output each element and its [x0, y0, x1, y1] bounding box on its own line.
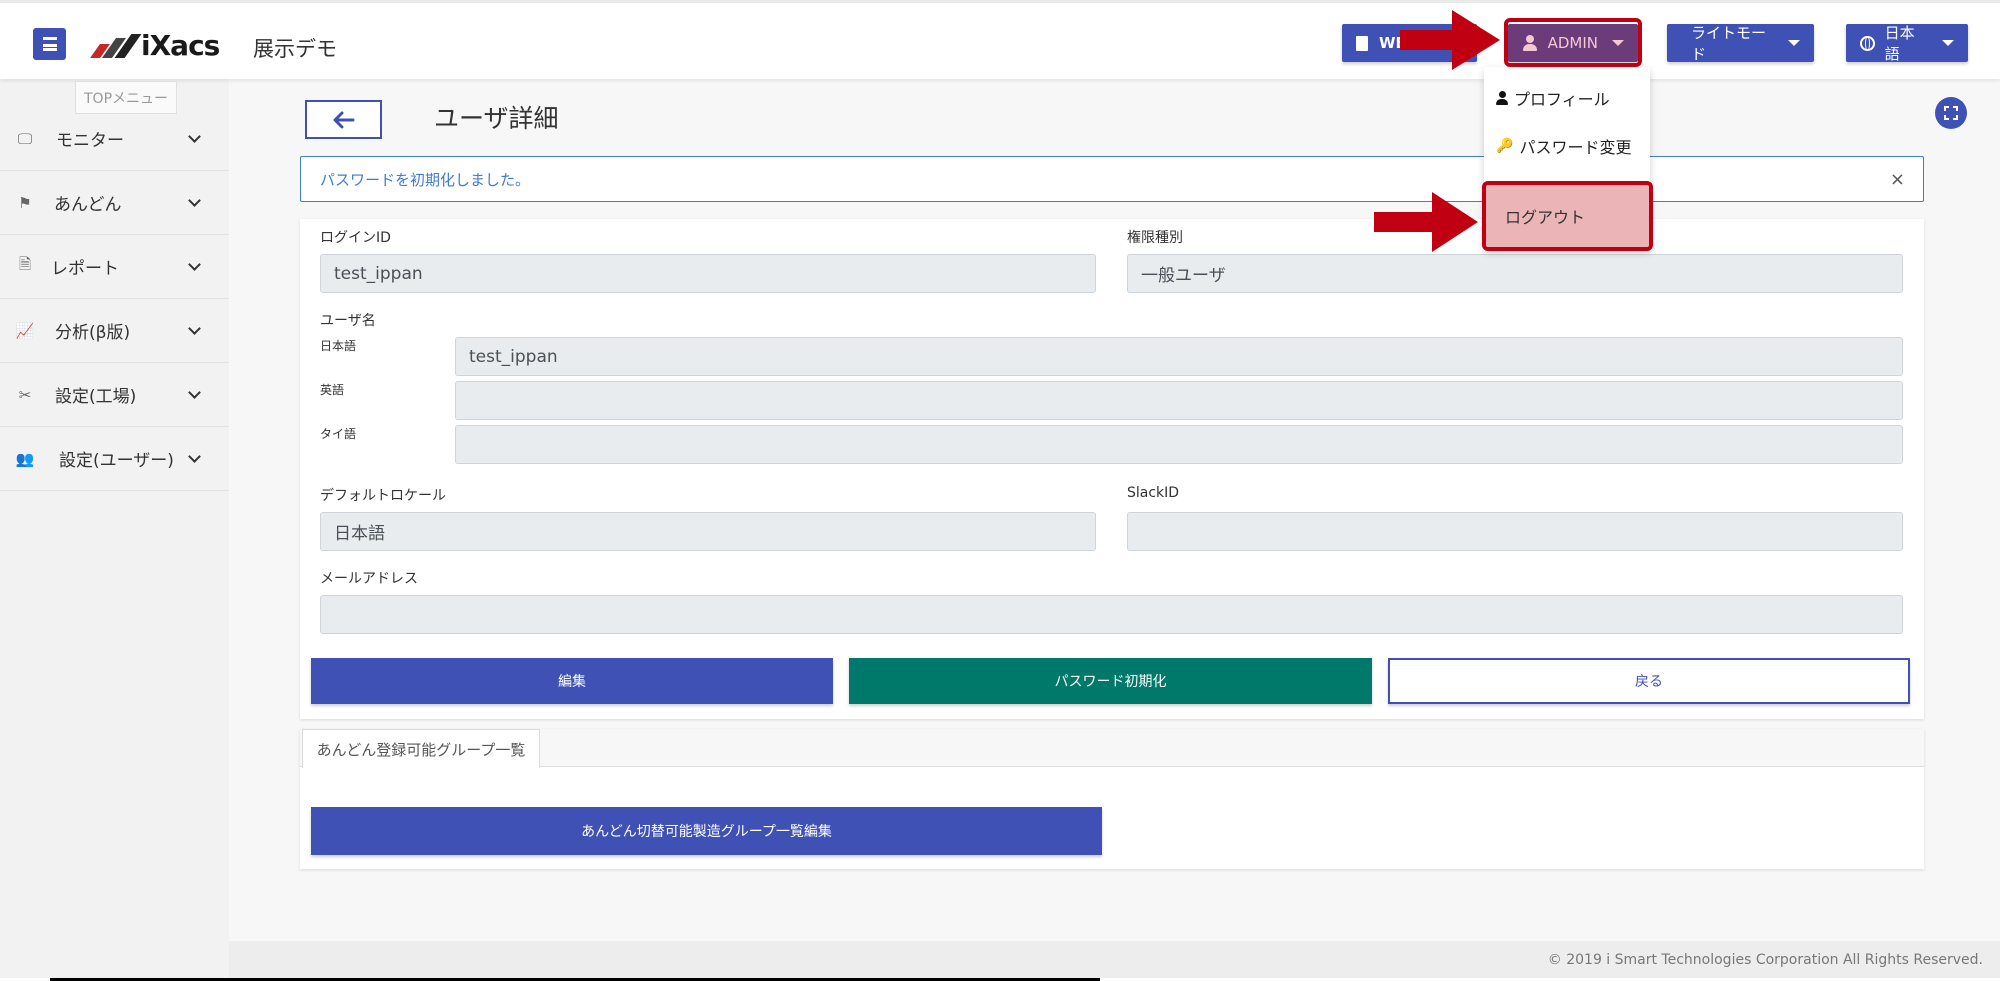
chevron-down-icon — [188, 193, 201, 207]
arrow-left-icon — [333, 111, 354, 128]
chevron-down-icon — [188, 129, 201, 143]
return-button[interactable]: 戻る — [1388, 658, 1910, 704]
login-id-label: ログインID — [320, 230, 391, 246]
sidebar-item-label: 設定(工場) — [55, 387, 137, 407]
edit-groups-button[interactable]: あんどん切替可能製造グループ一覧編集 — [311, 807, 1102, 855]
logout-label: ログアウト — [1505, 208, 1586, 227]
logo-text: iXacs — [141, 28, 220, 62]
menu-item-profile[interactable]: プロフィール — [1496, 86, 1610, 110]
book-icon — [1356, 35, 1368, 51]
tab-andon-groups[interactable]: あんどん登録可能グループ一覧 — [302, 729, 540, 768]
alert-message: パスワードを初期化しました。 — [320, 170, 531, 189]
sidebar-item-monitor[interactable]: 🖵 モニター — [0, 107, 229, 171]
andon-groups-card: あんどん登録可能グループ一覧 あんどん切替可能製造グループ一覧編集 — [300, 729, 1924, 869]
sidebar-item-user-settings[interactable]: 👥 設定(ユーザー) — [0, 427, 229, 491]
chevron-down-icon — [188, 321, 201, 335]
slack-id-field[interactable] — [1127, 512, 1903, 551]
users-cog-icon: 👥 — [15, 449, 35, 468]
back-arrow-button[interactable] — [305, 100, 382, 139]
key-icon: 🔑 — [1496, 138, 1514, 154]
sidebar-item-label: あんどん — [54, 195, 122, 215]
hamburger-icon — [42, 37, 57, 51]
close-icon[interactable]: × — [1890, 169, 1905, 190]
menu-item-password-change[interactable]: 🔑 パスワード変更 — [1496, 134, 1631, 158]
globe-icon — [1860, 35, 1875, 51]
name-en-field[interactable] — [455, 381, 1903, 420]
chart-line-icon: 📈 — [15, 321, 35, 340]
fullscreen-button[interactable] — [1935, 97, 1967, 129]
success-alert: パスワードを初期化しました。 × — [300, 156, 1924, 202]
name-th-field[interactable] — [455, 425, 1903, 464]
language-button[interactable]: 日本語 — [1846, 24, 1968, 63]
language-label: 日本語 — [1884, 24, 1915, 63]
tab-bar: あんどん登録可能グループ一覧 — [300, 729, 1924, 768]
edit-button[interactable]: 編集 — [311, 658, 833, 704]
user-detail-card: ログインID test_ippan 権限種別 一般ユーザ ユーザ名 日本語 te… — [300, 219, 1924, 719]
footer: © 2019 i Smart Technologies Corporation … — [229, 941, 2000, 981]
display-mode-button[interactable]: ライトモード — [1667, 24, 1814, 63]
user-icon — [1496, 91, 1508, 105]
caret-down-icon — [1942, 40, 1954, 46]
menu-item-logout[interactable]: ログアウト — [1482, 181, 1653, 251]
username-label: ユーザ名 — [320, 313, 376, 329]
role-field[interactable]: 一般ユーザ — [1127, 254, 1903, 293]
sidebar-item-label: モニター — [56, 131, 124, 151]
sidebar-item-analysis[interactable]: 📈 分析(β版) — [0, 299, 229, 363]
profile-label: プロフィール — [1514, 90, 1610, 109]
hamburger-menu-button[interactable] — [33, 28, 66, 60]
site-name: 展示デモ — [253, 37, 337, 61]
report-file-icon: 🗎 — [18, 255, 32, 273]
expand-icon — [1944, 106, 1958, 120]
name-th-label: タイ語 — [320, 427, 357, 441]
logo-mark-icon — [85, 32, 142, 58]
copyright-text: © 2019 i Smart Technologies Corporation … — [1547, 952, 1983, 968]
email-label: メールアドレス — [320, 571, 418, 587]
sidebar-item-label: レポート — [51, 259, 119, 279]
mode-label: ライトモード — [1691, 24, 1767, 63]
admin-highlight-box — [1504, 18, 1642, 67]
red-arrow-icon — [1400, 10, 1500, 70]
name-ja-field[interactable]: test_ippan — [455, 337, 1903, 376]
sidebar-tooltip: TOPメニュー — [75, 81, 178, 114]
top-header: iXacs 展示デモ WE ADMIN ライトモード 日本語 — [0, 0, 2000, 79]
email-field[interactable] — [320, 595, 1903, 634]
role-label: 権限種別 — [1127, 230, 1183, 246]
locale-label: デフォルトロケール — [320, 488, 446, 504]
password-change-label: パスワード変更 — [1519, 138, 1632, 157]
sidebar-item-label: 分析(β版) — [55, 323, 131, 343]
sidebar-item-andon[interactable]: ⚑ あんどん — [0, 171, 229, 235]
chevron-down-icon — [188, 449, 201, 463]
red-arrow-icon — [1374, 192, 1478, 252]
page-title: ユーザ詳細 — [434, 104, 559, 133]
slack-id-label: SlackID — [1127, 485, 1180, 501]
andon-flag-icon: ⚑ — [18, 193, 32, 212]
chevron-down-icon — [188, 385, 201, 399]
name-en-label: 英語 — [320, 383, 345, 397]
sidebar-item-factory-settings[interactable]: ✂ 設定(工場) — [0, 363, 229, 427]
caret-down-icon — [1788, 40, 1800, 46]
locale-field[interactable]: 日本語 — [320, 512, 1096, 551]
chevron-down-icon — [188, 257, 201, 271]
login-id-field[interactable]: test_ippan — [320, 254, 1096, 293]
tools-icon: ✂ — [18, 385, 32, 404]
sidebar-item-report[interactable]: 🗎 レポート — [0, 235, 229, 299]
sidebar-item-label: 設定(ユーザー) — [59, 451, 174, 471]
ixacs-logo[interactable]: iXacs — [85, 28, 220, 62]
monitor-icon: 🖵 — [17, 129, 33, 148]
name-ja-label: 日本語 — [320, 339, 357, 353]
reset-password-button[interactable]: パスワード初期化 — [849, 658, 1372, 704]
